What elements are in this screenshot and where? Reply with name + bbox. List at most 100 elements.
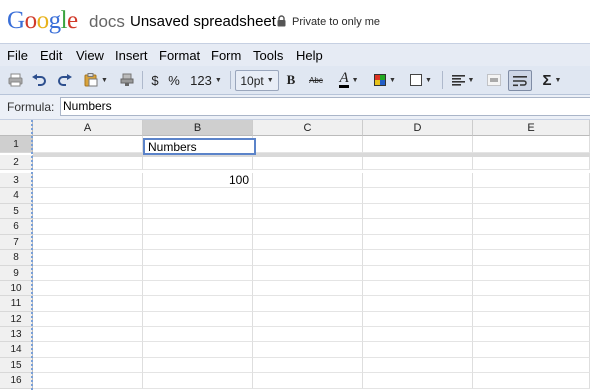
menu-help[interactable]: Help [296, 48, 323, 63]
align-dropdown[interactable]: ▼ [449, 70, 477, 90]
column-header-c[interactable]: C [253, 120, 363, 136]
cell-c9[interactable] [253, 266, 363, 281]
row-header-6[interactable]: 6 [0, 219, 33, 235]
row-header-13[interactable]: 13 [0, 327, 33, 342]
column-header-e[interactable]: E [473, 120, 590, 136]
cell-a10[interactable] [33, 281, 143, 296]
cell-c3[interactable] [253, 173, 363, 188]
cell-c4[interactable] [253, 188, 363, 204]
active-cell-editor[interactable]: Numbers [143, 138, 256, 155]
cell-b7[interactable] [143, 235, 253, 250]
cell-b3[interactable]: 100 [143, 173, 253, 188]
cell-a2[interactable] [33, 155, 143, 170]
cell-e15[interactable] [473, 358, 590, 373]
cell-b13[interactable] [143, 327, 253, 342]
cell-e8[interactable] [473, 250, 590, 266]
menu-form[interactable]: Form [211, 48, 241, 63]
cell-a15[interactable] [33, 358, 143, 373]
menu-view[interactable]: View [76, 48, 104, 63]
cell-b15[interactable] [143, 358, 253, 373]
cell-d16[interactable] [363, 373, 473, 389]
cell-a13[interactable] [33, 327, 143, 342]
cell-e16[interactable] [473, 373, 590, 389]
borders-dropdown[interactable]: ▼ [407, 70, 435, 90]
cell-c14[interactable] [253, 342, 363, 358]
cell-e12[interactable] [473, 312, 590, 327]
cell-a4[interactable] [33, 188, 143, 204]
currency-format-button[interactable]: $ [148, 70, 162, 90]
text-color-dropdown[interactable]: A ▼ [333, 70, 365, 90]
sharing-status[interactable]: Private to only me [292, 16, 380, 28]
cell-a12[interactable] [33, 312, 143, 327]
cell-d12[interactable] [363, 312, 473, 327]
cell-d1[interactable] [363, 136, 473, 153]
cell-b8[interactable] [143, 250, 253, 266]
cell-e10[interactable] [473, 281, 590, 296]
cell-b14[interactable] [143, 342, 253, 358]
cell-a11[interactable] [33, 296, 143, 312]
cell-d11[interactable] [363, 296, 473, 312]
cell-b2[interactable] [143, 155, 253, 170]
row-header-16[interactable]: 16 [0, 373, 33, 389]
merge-cells-button[interactable] [485, 70, 503, 90]
cell-d6[interactable] [363, 219, 473, 235]
percent-format-button[interactable]: % [167, 70, 181, 90]
cell-c7[interactable] [253, 235, 363, 250]
row-header-15[interactable]: 15 [0, 358, 33, 373]
cell-e5[interactable] [473, 204, 590, 219]
cell-b5[interactable] [143, 204, 253, 219]
cell-e1[interactable] [473, 136, 590, 153]
print-button[interactable] [6, 70, 24, 90]
cell-e11[interactable] [473, 296, 590, 312]
cell-e2[interactable] [473, 155, 590, 170]
cell-b10[interactable] [143, 281, 253, 296]
frozen-row-bar[interactable] [33, 153, 590, 157]
strikethrough-button[interactable]: Abc [305, 70, 327, 90]
google-logo[interactable]: Google [7, 6, 78, 36]
cell-e13[interactable] [473, 327, 590, 342]
number-format-dropdown[interactable]: 123 ▼ [188, 70, 224, 90]
row-header-12[interactable]: 12 [0, 312, 33, 327]
row-header-3[interactable]: 3 [0, 173, 33, 188]
row-header-9[interactable]: 9 [0, 266, 33, 281]
cell-a7[interactable] [33, 235, 143, 250]
cell-e3[interactable] [473, 173, 590, 188]
cell-c15[interactable] [253, 358, 363, 373]
column-header-b[interactable]: B [143, 120, 253, 136]
row-header-8[interactable]: 8 [0, 250, 33, 266]
cell-a14[interactable] [33, 342, 143, 358]
row-header-4[interactable]: 4 [0, 188, 33, 204]
formula-input[interactable]: Numbers [60, 97, 590, 116]
frozen-column-handle[interactable] [31, 120, 33, 391]
cell-b16[interactable] [143, 373, 253, 389]
cell-a6[interactable] [33, 219, 143, 235]
cell-c10[interactable] [253, 281, 363, 296]
cell-e14[interactable] [473, 342, 590, 358]
row-header-1[interactable]: 1 [0, 136, 33, 153]
column-header-a[interactable]: A [33, 120, 143, 136]
cell-c16[interactable] [253, 373, 363, 389]
cell-c5[interactable] [253, 204, 363, 219]
cell-d5[interactable] [363, 204, 473, 219]
cell-c6[interactable] [253, 219, 363, 235]
cell-d13[interactable] [363, 327, 473, 342]
row-header-5[interactable]: 5 [0, 204, 33, 219]
cell-b6[interactable] [143, 219, 253, 235]
undo-button[interactable] [30, 70, 48, 90]
cell-a1[interactable] [33, 136, 143, 153]
cell-d7[interactable] [363, 235, 473, 250]
cell-d10[interactable] [363, 281, 473, 296]
cell-c11[interactable] [253, 296, 363, 312]
cell-a9[interactable] [33, 266, 143, 281]
row-header-2[interactable]: 2 [0, 155, 33, 170]
cell-e7[interactable] [473, 235, 590, 250]
cell-c12[interactable] [253, 312, 363, 327]
menu-format[interactable]: Format [159, 48, 200, 63]
redo-button[interactable] [56, 70, 74, 90]
cell-c1[interactable] [253, 136, 363, 153]
cell-a16[interactable] [33, 373, 143, 389]
cell-b4[interactable] [143, 188, 253, 204]
cell-d14[interactable] [363, 342, 473, 358]
paste-button[interactable]: ▼ [82, 70, 110, 90]
row-header-14[interactable]: 14 [0, 342, 33, 358]
